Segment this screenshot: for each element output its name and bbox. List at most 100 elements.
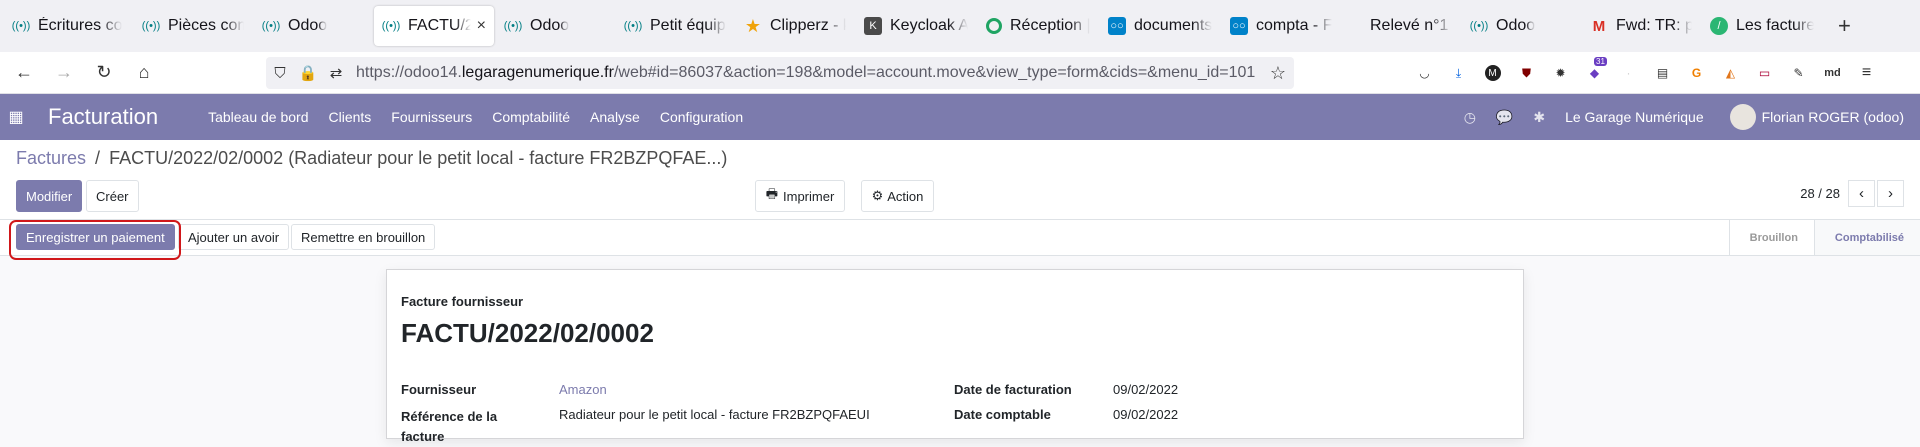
form-statusbar: Enregistrer un paiement Ajouter un avoir… xyxy=(0,220,1920,256)
browser-tab[interactable]: ((•)) Odoo xyxy=(496,6,614,46)
document-type: Facture fournisseur xyxy=(401,294,524,309)
navbar-systray: ◷ 💬 ✱ Le Garage Numérique Florian ROGER … xyxy=(1464,94,1904,140)
odoo-pulse-icon: ((•)) xyxy=(261,20,281,32)
browser-tab[interactable]: /Les factures xyxy=(1702,6,1822,46)
chat-icon[interactable]: 💬 xyxy=(1496,109,1513,126)
user-menu[interactable]: Florian ROGER (odoo) xyxy=(1762,109,1904,125)
ublock-icon[interactable]: ⛊ xyxy=(1512,63,1541,83)
forward-arrow-icon[interactable]: → xyxy=(44,62,84,83)
menu-configuration[interactable]: Configuration xyxy=(660,109,743,125)
bookmark-star-icon[interactable]: ☆ xyxy=(1262,63,1294,84)
odoo-pulse-icon: ((•)) xyxy=(141,20,161,32)
clock-icon[interactable]: ◷ xyxy=(1464,109,1476,126)
menu-vendors[interactable]: Fournisseurs xyxy=(391,109,472,125)
sun-icon[interactable]: ✹ xyxy=(1546,63,1575,83)
add-credit-note-button[interactable]: Ajouter un avoir xyxy=(178,224,290,250)
home-icon[interactable]: ⌂ xyxy=(124,62,164,83)
breadcrumb-current: FACTU/2022/02/0002 (Radiateur pour le pe… xyxy=(109,148,728,168)
control-panel: Factures / FACTU/2022/02/0002 (Radiateur… xyxy=(0,140,1920,220)
star-icon: ★ xyxy=(744,15,762,36)
target-icon xyxy=(986,18,1002,34)
accounting-date-label: Date comptable xyxy=(954,407,1051,422)
notes-icon[interactable]: ▤ xyxy=(1648,63,1677,83)
company-switcher[interactable]: Le Garage Numérique xyxy=(1565,109,1704,125)
url-text[interactable]: https://odoo14.legaragenumerique.fr/web#… xyxy=(356,64,1262,82)
menu-analysis[interactable]: Analyse xyxy=(590,109,640,125)
m-extension-icon[interactable]: M xyxy=(1478,63,1507,83)
create-button[interactable]: Créer xyxy=(86,180,139,212)
keycloak-icon: K xyxy=(864,17,882,35)
browser-tab[interactable]: ((•)) Écritures co xyxy=(4,6,132,46)
gmail-icon: M xyxy=(1592,17,1606,35)
browser-tab-bar: ((•))Écritures co ((•))Pièces comp ((•))… xyxy=(0,0,1920,52)
reference-value: Radiateur pour le petit local - facture … xyxy=(559,407,870,422)
print-icon: 🖶 xyxy=(765,186,778,201)
fox-icon[interactable]: ◭ xyxy=(1716,63,1745,83)
close-tab-icon[interactable]: × xyxy=(477,17,486,35)
browser-tab[interactable]: ((•))Petit équipe xyxy=(616,6,734,46)
odoo-pulse-icon: ((•)) xyxy=(623,20,643,32)
pager-next-icon[interactable]: › xyxy=(1877,180,1904,207)
app-name[interactable]: Facturation xyxy=(48,104,158,130)
odoo-pulse-icon: ((•)) xyxy=(11,20,31,32)
browser-tab[interactable]: ((•)) Odoo xyxy=(1462,6,1580,46)
menu-icon[interactable]: ≡ xyxy=(1852,63,1881,83)
url-bar[interactable]: ⛉ 🔒 ⇄ https://odoo14.legaragenumerique.f… xyxy=(266,57,1294,89)
breadcrumb: Factures / FACTU/2022/02/0002 (Radiateur… xyxy=(16,148,728,168)
orange-g-icon[interactable]: G xyxy=(1682,63,1711,83)
pager: 28 / 28 ‹ › xyxy=(1800,180,1904,207)
permissions-icon[interactable]: ⇄ xyxy=(322,64,350,82)
odoo-navbar: ▦ Facturation Tableau de bord Clients Fo… xyxy=(0,94,1920,140)
pager-previous-icon[interactable]: ‹ xyxy=(1848,180,1875,207)
form-sheet: Facture fournisseur FACTU/2022/02/0002 F… xyxy=(386,269,1524,444)
menu-dashboard[interactable]: Tableau de bord xyxy=(208,109,308,125)
pocket-icon[interactable]: ◡ xyxy=(1410,63,1439,83)
new-tab-button[interactable]: + xyxy=(1824,13,1865,39)
document-name: FACTU/2022/02/0002 xyxy=(401,318,654,348)
stage-draft: Brouillon xyxy=(1728,220,1814,255)
lock-icon[interactable]: 🔒 xyxy=(294,64,322,82)
accounting-date-value: 09/02/2022 xyxy=(1113,407,1179,422)
bug-icon[interactable]: ✱ xyxy=(1533,109,1545,126)
apps-grid-icon[interactable]: ▦ xyxy=(0,107,32,127)
reset-to-draft-button[interactable]: Remettre en brouillon xyxy=(291,224,436,250)
browser-tab[interactable]: KKeycloak Ad xyxy=(856,6,976,46)
stage-posted: Comptabilisé xyxy=(1813,220,1920,255)
browser-tab[interactable]: Réception | xyxy=(978,6,1098,46)
gear-icon: ⚙ xyxy=(871,188,884,203)
browser-tab-active[interactable]: ((•))FACTU/2/× xyxy=(374,6,494,46)
media-icon[interactable]: ▭ xyxy=(1750,63,1779,83)
breadcrumb-invoices[interactable]: Factures xyxy=(16,148,86,168)
browser-tab[interactable]: ★ Clipperz - k xyxy=(736,6,854,46)
browser-tab[interactable]: M Fwd: TR: pr xyxy=(1582,6,1700,46)
odoo-pulse-icon: ((•)) xyxy=(1469,20,1489,32)
back-arrow-icon[interactable]: ← xyxy=(4,62,44,83)
browser-nav-bar: ← → ↻ ⌂ ⛉ 🔒 ⇄ https://odoo14.legaragenum… xyxy=(0,52,1920,94)
print-button[interactable]: 🖶 Imprimer xyxy=(755,180,845,212)
vendor-link[interactable]: Amazon xyxy=(559,382,607,397)
pen-icon[interactable]: ✎ xyxy=(1784,63,1813,83)
extensions-toolbar: ◡ ⤓ M ⛊ ✹ ◆ 31 · ▤ G ◭ ▭ ✎ md ≡ xyxy=(1410,52,1886,94)
blank-extension-icon[interactable]: · xyxy=(1614,63,1643,83)
download-icon[interactable]: ⤓ xyxy=(1444,63,1473,83)
menu-accounting[interactable]: Comptabilité xyxy=(492,109,570,125)
browser-tab[interactable]: Relevé n°1 date xyxy=(1342,6,1460,46)
invoice-date-value: 09/02/2022 xyxy=(1113,382,1179,397)
reference-label: Référence de la facture xyxy=(401,409,498,444)
browser-tab[interactable]: ○○ compta - Fi xyxy=(1222,6,1340,46)
leaf-icon: / xyxy=(1710,17,1728,35)
browser-tab[interactable]: ((•))Pièces comp xyxy=(134,6,252,46)
markdown-icon[interactable]: md xyxy=(1818,63,1847,83)
menu-customers[interactable]: Clients xyxy=(328,109,371,125)
puzzle-extension-icon[interactable]: ◆ 31 xyxy=(1580,57,1609,83)
reload-icon[interactable]: ↻ xyxy=(84,62,124,83)
action-button[interactable]: ⚙ Action xyxy=(861,180,934,212)
avatar[interactable] xyxy=(1729,104,1756,130)
invoice-date-label: Date de facturation xyxy=(954,382,1072,397)
browser-tab[interactable]: ((•)) Odoo xyxy=(254,6,372,46)
edit-button[interactable]: Modifier xyxy=(16,180,83,212)
shield-icon[interactable]: ⛉ xyxy=(266,65,294,82)
browser-tab[interactable]: ○○ documents xyxy=(1100,6,1220,46)
pager-value[interactable]: 28 / 28 xyxy=(1800,186,1840,201)
odoo-pulse-icon: ((•)) xyxy=(381,20,401,32)
